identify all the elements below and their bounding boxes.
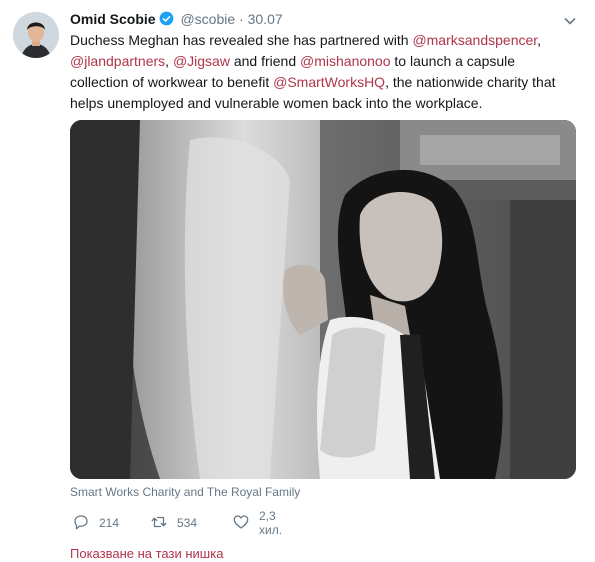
heart-icon <box>232 513 250 534</box>
like-count: 2,3 хил. <box>259 509 283 537</box>
show-thread-link[interactable]: Показване на тази нишка <box>70 546 223 561</box>
tweet-photo[interactable] <box>70 120 576 479</box>
text-segment: , <box>165 53 173 69</box>
mention-link[interactable]: @marksandspencer <box>412 32 537 48</box>
text-segment: and friend <box>229 53 301 69</box>
reply-button[interactable]: 214 <box>72 512 119 534</box>
mention-link[interactable]: @jlandpartners <box>70 53 165 69</box>
text-segment: Duchess Meghan has revealed she has part… <box>70 32 413 48</box>
tweet-date[interactable]: 30.07 <box>248 11 283 27</box>
tweet-text: Duchess Meghan has revealed she has part… <box>70 30 570 114</box>
tweet: Omid Scobie @scobie · 30.07 Duchess Megh… <box>0 0 595 562</box>
reply-icon <box>72 513 90 534</box>
like-button[interactable]: 2,3 хил. <box>232 509 283 537</box>
author-name[interactable]: Omid Scobie <box>70 11 156 27</box>
mention-link[interactable]: @SmartWorksHQ <box>273 74 385 90</box>
avatar[interactable] <box>13 12 59 58</box>
mention-link[interactable]: @Jigsaw <box>173 53 230 69</box>
tweet-header: Omid Scobie @scobie · 30.07 <box>70 10 283 30</box>
reply-count: 214 <box>99 516 120 530</box>
retweet-button[interactable]: 534 <box>150 512 197 534</box>
separator-dot: · <box>239 11 244 27</box>
media-caption[interactable]: Smart Works Charity and The Royal Family <box>70 485 300 499</box>
author-handle[interactable]: @scobie <box>180 11 235 27</box>
mention-link[interactable]: @mishanonoo <box>300 53 391 69</box>
text-segment: , <box>537 32 542 48</box>
chevron-down-icon[interactable] <box>563 14 577 28</box>
verified-badge-icon <box>159 11 174 30</box>
retweet-icon <box>150 513 168 534</box>
retweet-count: 534 <box>177 516 198 530</box>
